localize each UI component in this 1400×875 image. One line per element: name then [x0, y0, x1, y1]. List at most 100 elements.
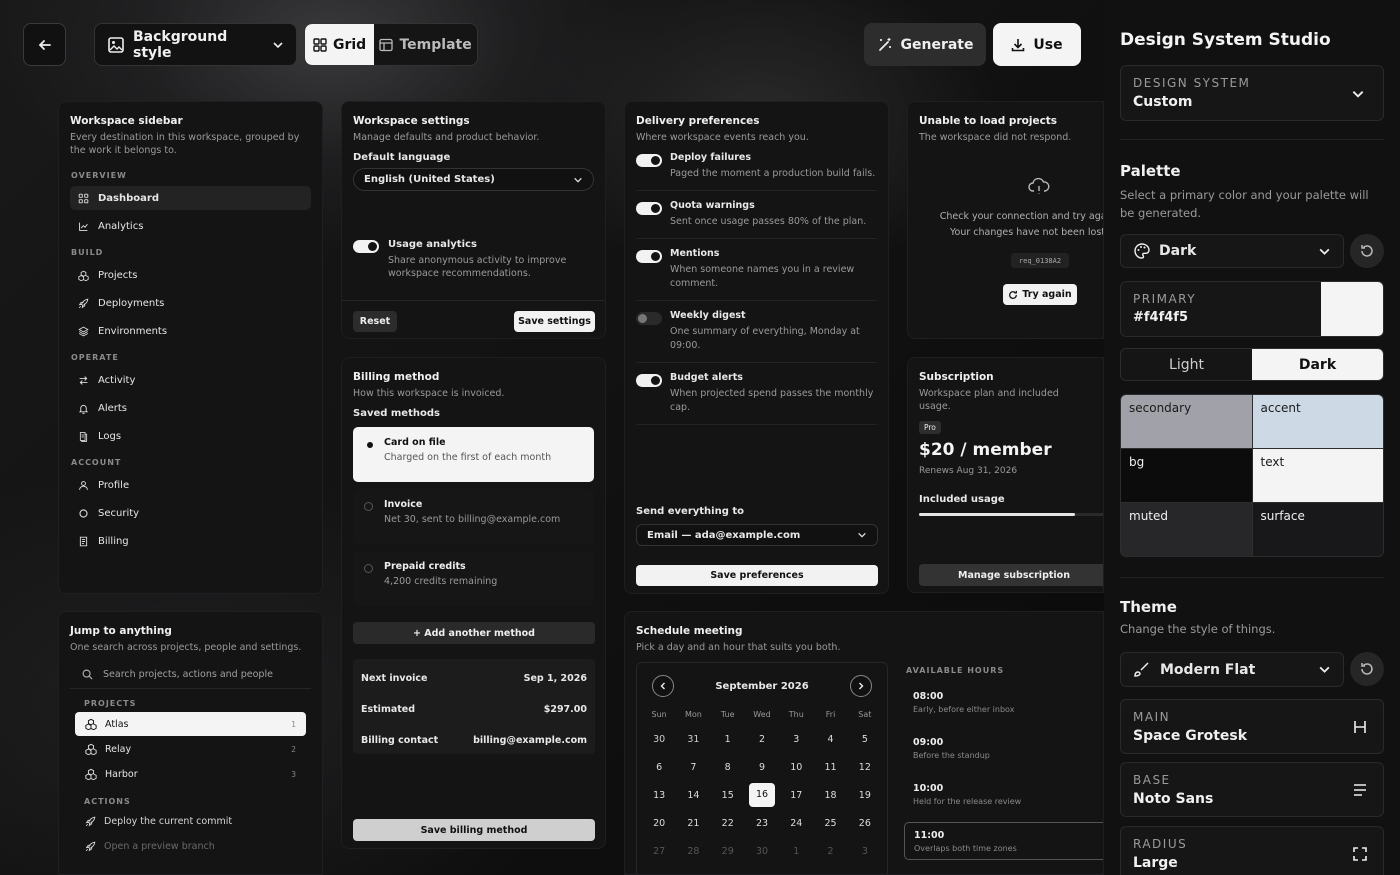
prev-month-button[interactable] [652, 675, 674, 697]
template-view-button[interactable]: Template [374, 24, 477, 65]
delivery-pref-toggle[interactable] [636, 202, 662, 215]
calendar-day[interactable]: 2 [745, 725, 779, 753]
hour-slot[interactable]: 10:00 Held for the release review [904, 776, 1103, 822]
generate-button[interactable]: Generate [864, 23, 986, 66]
swatch-text[interactable]: text [1252, 449, 1383, 502]
calendar-day[interactable]: 2 [813, 837, 847, 865]
sidebar-item-deployments[interactable]: Deployments [70, 291, 311, 315]
grid-view-button[interactable]: Grid [305, 24, 375, 65]
usage-analytics-toggle[interactable] [353, 240, 379, 253]
sidebar-item-environments[interactable]: Environments [70, 319, 311, 343]
reset-button[interactable]: Reset [353, 311, 397, 332]
save-settings-button[interactable]: Save settings [514, 311, 595, 332]
action-result[interactable]: Deploy the current commit [70, 809, 311, 834]
calendar-day[interactable]: 25 [813, 809, 847, 837]
send-to-select[interactable]: Email — ada@example.com [636, 524, 878, 546]
swatch-surface[interactable]: surface [1252, 503, 1383, 556]
billing-method-option[interactable]: Invoice Net 30, sent to billing@example.c… [353, 489, 594, 544]
use-button[interactable]: Use [993, 23, 1081, 66]
calendar-day-selected[interactable]: 16 [745, 781, 779, 809]
swatch-bg[interactable]: bg [1121, 449, 1252, 502]
calendar-day[interactable]: 5 [848, 725, 882, 753]
background-style-dropdown[interactable]: Background style [94, 23, 297, 66]
calendar-day[interactable]: 20 [642, 809, 676, 837]
delivery-pref-toggle[interactable] [636, 250, 662, 263]
calendar-day[interactable]: 23 [745, 809, 779, 837]
hour-slot[interactable]: 08:00 Early, before either inbox [904, 684, 1103, 730]
sidebar-item-dashboard[interactable]: Dashboard [70, 186, 311, 210]
primary-swatch[interactable] [1321, 282, 1383, 336]
palette-mode-select[interactable]: Dark [1120, 234, 1344, 268]
calendar-day[interactable]: 8 [711, 753, 745, 781]
delivery-pref-toggle[interactable] [636, 312, 662, 325]
main-font-select[interactable]: MAIN Space Grotesk [1120, 699, 1384, 754]
sidebar-item-profile[interactable]: Profile [70, 473, 311, 497]
swatch-secondary[interactable]: secondary [1121, 395, 1252, 448]
calendar-day[interactable]: 4 [813, 725, 847, 753]
search-input[interactable]: Search projects, actions and people [103, 669, 273, 680]
sidebar-item-alerts[interactable]: Alerts [70, 396, 311, 420]
theme-select[interactable]: Modern Flat [1120, 652, 1344, 687]
calendar-day[interactable]: 12 [848, 753, 882, 781]
sidebar-item-analytics[interactable]: Analytics [70, 214, 311, 238]
base-font-select[interactable]: BASE Noto Sans [1120, 762, 1384, 817]
next-month-button[interactable] [850, 675, 872, 697]
save-billing-button[interactable]: Save billing method [353, 819, 595, 841]
calendar-day[interactable]: 26 [848, 809, 882, 837]
try-again-button[interactable]: Try again [1003, 284, 1077, 305]
swatch-accent[interactable]: accent [1252, 395, 1383, 448]
swatch-muted[interactable]: muted [1121, 503, 1252, 556]
project-result[interactable]: Harbor 3 [75, 762, 306, 786]
sidebar-item-security[interactable]: Security [70, 501, 311, 525]
calendar-day[interactable]: 28 [676, 837, 710, 865]
calendar-day[interactable]: 3 [779, 725, 813, 753]
calendar-day[interactable]: 1 [779, 837, 813, 865]
add-method-button[interactable]: + Add another method [353, 622, 595, 644]
calendar-day[interactable]: 7 [676, 753, 710, 781]
calendar-day[interactable]: 11 [813, 753, 847, 781]
calendar-day[interactable]: 17 [779, 781, 813, 809]
calendar-day[interactable]: 1 [711, 725, 745, 753]
delivery-pref-toggle[interactable] [636, 154, 662, 167]
light-mode-button[interactable]: Light [1121, 349, 1252, 380]
radius-select[interactable]: RADIUS Large [1120, 826, 1384, 875]
calendar-day[interactable]: 22 [711, 809, 745, 837]
calendar-day[interactable]: 30 [745, 837, 779, 865]
calendar-day[interactable]: 6 [642, 753, 676, 781]
calendar-day[interactable]: 31 [676, 725, 710, 753]
calendar-day[interactable]: 18 [813, 781, 847, 809]
project-result[interactable]: Relay 2 [75, 737, 306, 761]
sidebar-item-logs[interactable]: Logs [70, 424, 311, 448]
billing-method-option[interactable]: Card on file Charged on the first of each… [353, 427, 594, 482]
calendar-day[interactable]: 13 [642, 781, 676, 809]
palette-reset-button[interactable] [1350, 234, 1384, 268]
action-result[interactable]: Open a preview branch [70, 834, 311, 859]
command-search[interactable]: Search projects, actions and people [70, 661, 311, 689]
calendar-day[interactable]: 10 [779, 753, 813, 781]
sidebar-item-billing[interactable]: Billing [70, 529, 311, 553]
calendar-day[interactable]: 14 [676, 781, 710, 809]
sidebar-item-activity[interactable]: Activity [70, 368, 311, 392]
delivery-pref-toggle[interactable] [636, 374, 662, 387]
theme-reset-button[interactable] [1350, 652, 1384, 686]
language-select[interactable]: English (United States) [353, 168, 594, 191]
save-preferences-button[interactable]: Save preferences [636, 565, 878, 586]
primary-color-field[interactable]: PRIMARY #f4f4f5 [1120, 281, 1384, 337]
calendar-day[interactable]: 15 [711, 781, 745, 809]
project-result[interactable]: Atlas 1 [75, 712, 306, 736]
calendar-day[interactable]: 19 [848, 781, 882, 809]
calendar-day[interactable]: 9 [745, 753, 779, 781]
manage-subscription-button[interactable]: Manage subscription [919, 564, 1103, 586]
calendar-day[interactable]: 27 [642, 837, 676, 865]
calendar-day[interactable]: 3 [848, 837, 882, 865]
billing-method-option[interactable]: Prepaid credits 4,200 credits remaining [353, 551, 594, 606]
sidebar-item-projects[interactable]: Projects [70, 263, 311, 287]
calendar-day[interactable]: 30 [642, 725, 676, 753]
back-button[interactable] [23, 23, 66, 66]
dark-mode-button[interactable]: Dark [1252, 349, 1383, 380]
calendar-day[interactable]: 24 [779, 809, 813, 837]
calendar-day[interactable]: 29 [711, 837, 745, 865]
calendar-day[interactable]: 21 [676, 809, 710, 837]
hour-slot[interactable]: 11:00 Overlaps both time zones [904, 822, 1103, 860]
hour-slot[interactable]: 09:00 Before the standup [904, 730, 1103, 776]
